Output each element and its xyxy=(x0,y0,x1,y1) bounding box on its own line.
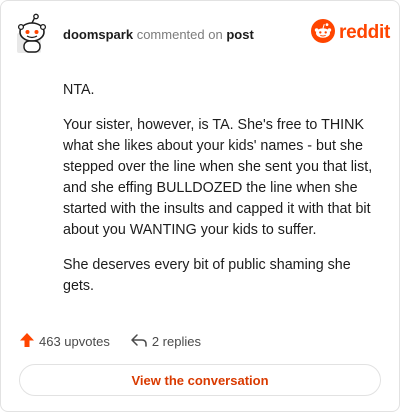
reddit-logo[interactable]: reddit xyxy=(311,18,390,48)
upvote-count: 463 upvotes xyxy=(39,333,110,349)
byline: doomspark commented on post xyxy=(63,27,254,43)
comment-paragraph: Your sister, however, is TA. She's free … xyxy=(63,117,373,238)
action-text: commented on xyxy=(136,27,223,42)
upvote-arrow-icon xyxy=(19,332,39,351)
upvote-stat[interactable]: 463 upvotes xyxy=(19,332,110,351)
reddit-wordmark: reddit xyxy=(339,22,390,43)
reply-arrow-icon xyxy=(130,332,152,351)
comment-body: NTA. Your sister, however, is TA. She's … xyxy=(63,80,385,311)
snoo-avatar-icon[interactable] xyxy=(15,13,49,55)
reply-stat[interactable]: 2 replies xyxy=(130,332,201,351)
reply-count: 2 replies xyxy=(151,333,201,349)
comment-paragraph: She deserves every bit of public shaming… xyxy=(63,257,351,294)
comment-header: doomspark commented on post reddit xyxy=(1,1,399,67)
post-link[interactable]: post xyxy=(226,27,253,42)
comment-footer: 463 upvotes 2 replies xyxy=(19,331,221,351)
comment-card: doomspark commented on post reddit NTA. … xyxy=(0,0,400,412)
reddit-logo-icon xyxy=(311,18,335,48)
view-conversation-button[interactable]: View the conversation xyxy=(19,364,381,396)
username[interactable]: doomspark xyxy=(63,27,133,42)
comment-paragraph: NTA. xyxy=(63,82,95,98)
